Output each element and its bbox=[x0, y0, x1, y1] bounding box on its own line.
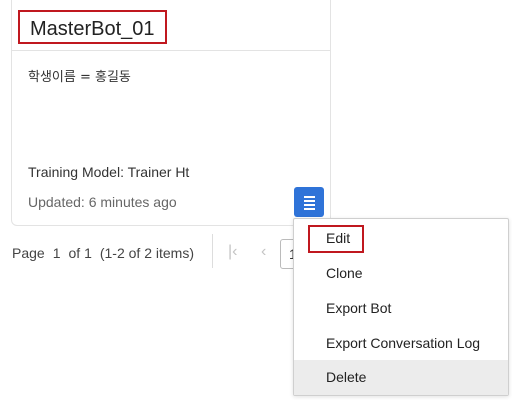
bot-actions-menu: Edit Clone Export Bot Export Conversatio… bbox=[293, 218, 509, 396]
bot-list-page: MasterBot_01 학생이름 = 홍길동 Training Model: … bbox=[0, 0, 512, 400]
menu-item-export-bot[interactable]: Export Bot bbox=[294, 291, 508, 326]
pagination-info: Page 1 of 1 (1-2 of 2 items) bbox=[12, 236, 194, 270]
first-page-icon[interactable]: |‹ bbox=[228, 243, 237, 261]
items-count-text: (1-2 of 2 items) bbox=[99, 245, 194, 261]
training-model-text: Training Model: Trainer Ht bbox=[28, 164, 190, 180]
bot-card[interactable]: MasterBot_01 학생이름 = 홍길동 Training Model: … bbox=[11, 0, 331, 226]
updated-time-text: Updated: 6 minutes ago bbox=[28, 194, 177, 210]
menu-item-edit[interactable]: Edit bbox=[294, 221, 508, 256]
menu-item-export-conversation-log[interactable]: Export Conversation Log bbox=[294, 326, 508, 361]
current-page-number: 1 bbox=[52, 245, 61, 261]
menu-item-delete[interactable]: Delete bbox=[294, 360, 508, 395]
bot-card-header: MasterBot_01 bbox=[12, 0, 330, 51]
bot-variable-text: 학생이름 = 홍길동 bbox=[28, 70, 131, 85]
bot-menu-button[interactable] bbox=[294, 187, 324, 217]
total-pages-text: of 1 bbox=[68, 245, 92, 261]
bot-title[interactable]: MasterBot_01 bbox=[18, 10, 167, 44]
previous-page-icon[interactable]: ‹ bbox=[261, 243, 266, 261]
page-label: Page bbox=[12, 245, 45, 261]
pagination-divider bbox=[212, 234, 213, 268]
menu-item-clone[interactable]: Clone bbox=[294, 256, 508, 291]
